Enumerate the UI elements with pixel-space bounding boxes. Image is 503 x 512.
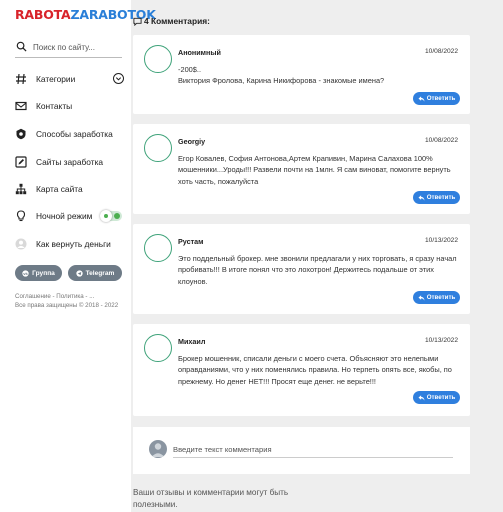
comment-date: 10/08/2022 <box>424 48 458 55</box>
user-avatar-icon <box>151 443 165 457</box>
search-input[interactable] <box>33 39 121 55</box>
avatar <box>144 45 172 73</box>
comment-text: Егор Ковалев, София Антонова,Артем Крапи… <box>178 154 451 186</box>
comment-date: 10/13/2022 <box>424 237 458 244</box>
sidebar-item-sitemap[interactable]: Карта сайта <box>15 180 127 198</box>
reply-icon <box>418 95 425 102</box>
group-button[interactable]: vk Группа <box>15 265 62 281</box>
edit-icon <box>15 156 27 168</box>
sidebar-item-earning-sites[interactable]: Сайты заработка <box>15 153 127 171</box>
footer-links[interactable]: Соглашение - Политика - ... <box>15 293 94 300</box>
comment-text: -200$.. Виктория Фролова, Карина Никифор… <box>178 65 385 86</box>
comment-date: 10/08/2022 <box>424 137 458 144</box>
telegram-button-label: Telegram <box>85 269 115 277</box>
hash-icon <box>15 73 27 85</box>
sidebar: RABOTAZARABOTOK Категории Контакты Спосо… <box>0 0 156 512</box>
reply-button[interactable]: Ответить <box>413 92 460 105</box>
comment-form <box>133 427 470 474</box>
toggle-on-indicator <box>114 213 120 219</box>
avatar <box>144 334 172 362</box>
telegram-icon <box>75 269 83 277</box>
vk-icon: vk <box>22 269 29 277</box>
comment-author: Анонимный <box>178 48 221 57</box>
reply-label: Ответить <box>426 194 456 201</box>
avatar <box>144 234 172 262</box>
sidebar-item-contacts[interactable]: Контакты <box>15 97 127 115</box>
bulb-icon <box>15 210 27 222</box>
comment-card: Анонимный 10/08/2022 -200$.. Виктория Фр… <box>133 35 470 114</box>
search-bar <box>15 37 122 58</box>
night-mode-toggle[interactable] <box>100 210 122 222</box>
comment-author: Михаил <box>178 337 206 346</box>
group-button-label: Группа <box>32 269 55 277</box>
reply-button[interactable]: Ответить <box>413 391 460 404</box>
comment-text: Это поддельный брокер. мне звонили предл… <box>178 254 457 286</box>
bottom-note: Ваши отзывы и комментарии могут быть пол… <box>133 488 289 509</box>
cog-shield-icon <box>15 128 27 140</box>
comments-header: 4 Комментария: <box>133 16 210 26</box>
comment-input[interactable] <box>173 441 453 458</box>
sidebar-item-label: Категории <box>36 74 76 84</box>
comments-title: 4 Комментария: <box>144 16 210 26</box>
sitemap-icon <box>15 183 27 195</box>
sidebar-item-label: Как вернуть деньги <box>36 239 111 249</box>
reply-icon <box>418 294 425 301</box>
reply-label: Ответить <box>426 95 456 102</box>
sidebar-item-get-money-back[interactable]: Как вернуть деньги <box>15 235 127 253</box>
sidebar-item-night-mode[interactable]: Ночной режим <box>15 207 127 225</box>
comment-card: Рустам 10/13/2022 Это поддельный брокер.… <box>133 224 470 314</box>
sidebar-item-label: Способы заработка <box>36 129 113 139</box>
sidebar-item-label: Карта сайта <box>36 184 83 194</box>
svg-text:vk: vk <box>23 270 28 275</box>
comment-author: Рустам <box>178 237 204 246</box>
search-icon[interactable] <box>16 41 27 52</box>
sidebar-item-label: Сайты заработка <box>36 157 104 167</box>
sidebar-item-label: Ночной режим <box>36 211 93 221</box>
sidebar-item-label: Контакты <box>36 101 73 111</box>
user-avatar <box>149 440 167 458</box>
toggle-dot <box>104 214 108 218</box>
comment-card: Михаил 10/13/2022 Брокер мошенник, списа… <box>133 324 470 416</box>
telegram-button[interactable]: Telegram <box>68 265 122 281</box>
sidebar-item-earning-methods[interactable]: Способы заработка <box>15 125 127 143</box>
sidebar-item-categories[interactable]: Категории <box>15 70 127 88</box>
reply-button[interactable]: Ответить <box>413 291 460 304</box>
comment-date: 10/13/2022 <box>424 337 458 344</box>
comments-icon <box>133 17 142 26</box>
comment-text: Брокер мошенник, списали деньги с моего … <box>178 354 452 386</box>
avatar <box>144 134 172 162</box>
reply-button[interactable]: Ответить <box>413 191 460 204</box>
comment-card: Georgiy 10/08/2022 Егор Ковалев, София А… <box>133 124 470 214</box>
chevron-down-icon[interactable] <box>113 73 124 84</box>
reply-label: Ответить <box>426 294 456 301</box>
reply-icon <box>418 194 425 201</box>
footer-copyright: Все права защищены © 2018 - 2022 <box>15 302 119 309</box>
user-icon <box>15 238 27 250</box>
reply-label: Ответить <box>426 394 456 401</box>
mail-icon <box>15 100 27 112</box>
reply-icon <box>418 394 425 401</box>
comment-author: Georgiy <box>178 137 206 146</box>
